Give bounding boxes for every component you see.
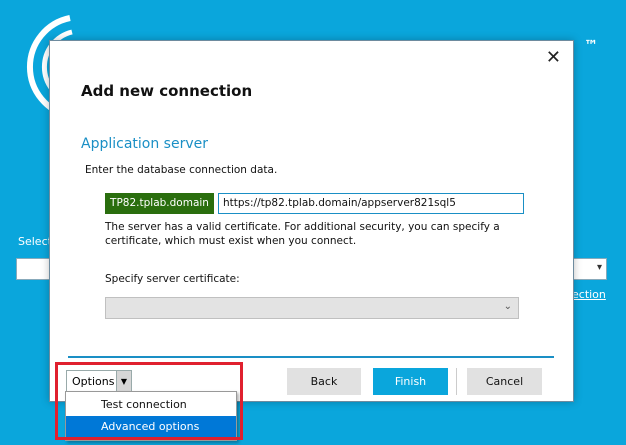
background-select[interactable]: ▾ [573, 258, 607, 280]
section-title: Application server [81, 136, 208, 152]
menu-item-test-connection[interactable]: Test connection [66, 394, 236, 416]
instruction-text: Enter the database connection data. [85, 164, 278, 176]
certificate-info-text: The server has a valid certificate. For … [105, 221, 500, 247]
finish-button[interactable]: Finish [373, 368, 448, 395]
background-select-label: Select [18, 235, 52, 248]
chevron-down-icon: ▾ [596, 262, 602, 273]
back-button[interactable]: Back [287, 368, 361, 395]
button-separator [456, 368, 457, 395]
options-button[interactable]: Options ▼ [66, 370, 132, 393]
options-menu: Test connection Advanced options [65, 391, 237, 441]
close-icon[interactable]: ✕ [546, 49, 561, 67]
domain-badge: TP82.tplab.domain [105, 193, 214, 214]
background-input[interactable] [16, 258, 52, 280]
options-label: Options [72, 375, 115, 388]
chevron-down-icon: ⌄ [503, 301, 512, 312]
certificate-select[interactable]: ⌄ [105, 297, 519, 319]
server-url-input[interactable]: https://tp82.tplab.domain/appserver821sq… [218, 193, 524, 214]
menu-item-advanced-options[interactable]: Advanced options [66, 416, 236, 438]
trademark-mark: ™ [584, 38, 599, 54]
background-link[interactable]: ection [572, 288, 606, 301]
chevron-down-icon[interactable]: ▼ [116, 371, 131, 392]
dialog-title: Add new connection [81, 82, 253, 100]
certificate-label: Specify server certificate: [105, 273, 240, 285]
add-connection-dialog: ✕ Add new connection Application server … [49, 40, 574, 402]
footer-divider [68, 356, 554, 358]
cancel-button[interactable]: Cancel [467, 368, 542, 395]
